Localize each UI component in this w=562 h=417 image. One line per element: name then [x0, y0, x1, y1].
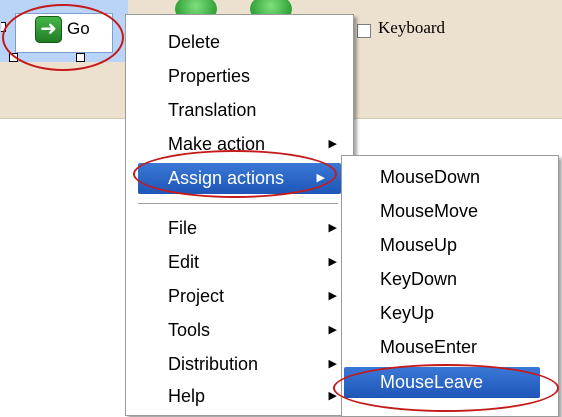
- triangle-right-icon: ▶: [328, 290, 337, 302]
- menu-item-label: Distribution: [168, 354, 259, 374]
- menu-item-label: Translation: [168, 100, 257, 120]
- menu-item-delete[interactable]: Delete: [126, 27, 353, 58]
- triangle-right-icon: ▶: [328, 358, 337, 370]
- triangle-right-icon: ▶: [328, 222, 337, 234]
- submenu-item-mouseup[interactable]: MouseUp: [342, 230, 558, 261]
- submenu-item-keyup[interactable]: KeyUp: [342, 298, 558, 329]
- menu-item-label: Delete: [168, 32, 221, 52]
- keyboard-checkbox-label: Keyboard: [378, 18, 446, 37]
- menu-item-properties[interactable]: Properties: [126, 61, 353, 92]
- triangle-right-icon: ▶: [328, 324, 337, 336]
- context-menu: Delete Properties Translation Make actio…: [125, 14, 354, 416]
- submenu-item-mousedown[interactable]: MouseDown: [342, 162, 558, 193]
- submenu-item-label: MouseUp: [380, 235, 458, 255]
- triangle-right-icon: ▶: [328, 256, 337, 268]
- menu-item-label: Help: [168, 386, 206, 406]
- menu-item-label: Edit: [168, 252, 200, 272]
- triangle-right-icon: ▶: [328, 138, 337, 150]
- keyboard-checkbox[interactable]: [357, 24, 371, 38]
- menu-item-edit[interactable]: Edit ▶: [126, 247, 353, 278]
- menu-item-translation[interactable]: Translation: [126, 95, 353, 126]
- annotation-ellipse: [133, 150, 337, 198]
- annotation-ellipse: [333, 364, 559, 412]
- menu-item-file[interactable]: File ▶: [126, 213, 353, 244]
- submenu-item-label: MouseDown: [380, 167, 481, 187]
- menu-item-tools[interactable]: Tools ▶: [126, 315, 353, 346]
- menu-item-label: Tools: [168, 320, 211, 340]
- submenu-item-label: KeyDown: [380, 269, 458, 289]
- submenu-item-label: MouseEnter: [380, 337, 478, 357]
- submenu-item-keydown[interactable]: KeyDown: [342, 264, 558, 295]
- menu-item-help[interactable]: Help ▶: [126, 381, 353, 412]
- submenu-item-mouseenter[interactable]: MouseEnter: [342, 332, 558, 363]
- menu-item-label: Properties: [168, 66, 251, 86]
- submenu-item-label: KeyUp: [380, 303, 435, 323]
- menu-separator: [138, 203, 338, 204]
- submenu-item-label: MouseMove: [380, 201, 479, 221]
- menu-item-label: File: [168, 218, 198, 238]
- menu-item-project[interactable]: Project ▶: [126, 281, 353, 312]
- submenu-item-mousemove[interactable]: MouseMove: [342, 196, 558, 227]
- menu-item-distribution[interactable]: Distribution ▶: [126, 349, 353, 380]
- annotation-ellipse: [2, 4, 124, 71]
- menu-item-label: Project: [168, 286, 225, 306]
